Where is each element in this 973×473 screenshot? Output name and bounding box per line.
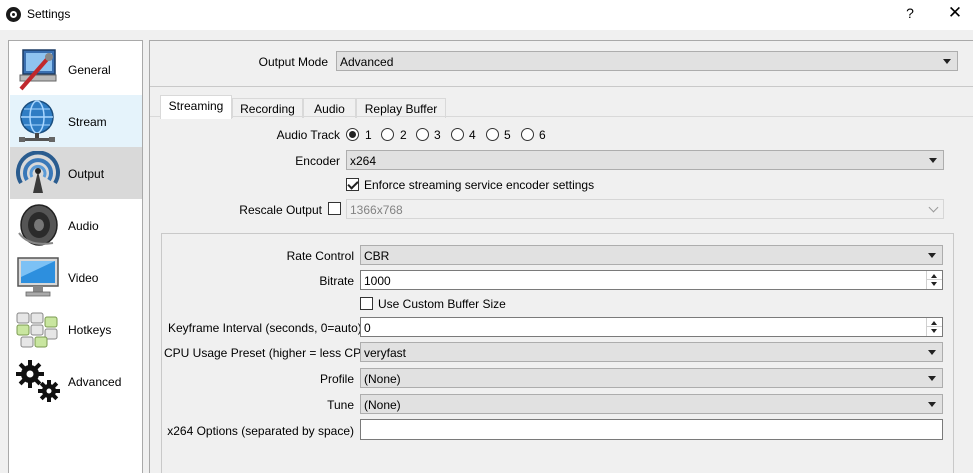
bitrate-label: Bitrate [319,274,354,288]
sidebar-item-label: Output [68,167,105,181]
chevron-down-icon [928,376,936,381]
keyframe-interval-spinbox[interactable]: 0 [360,317,943,337]
output-settings-panel: Output Mode Advanced Streaming Recording… [149,40,973,473]
chevron-down-icon [928,253,936,258]
sidebar-item-video[interactable]: Video [10,251,142,303]
gears-icon [16,360,60,402]
x264-options-label: x264 Options (separated by space) [167,424,354,438]
audio-track-radio-2[interactable] [381,128,394,141]
cpu-preset-value: veryfast [364,346,407,360]
title-bar: Settings ? ✕ [0,0,973,30]
keyframe-interval-label: Keyframe Interval (seconds, 0=auto) [168,321,362,335]
enforce-encoder-checkbox[interactable] [346,178,359,191]
sidebar-item-label: Audio [68,219,99,233]
output-mode-value: Advanced [340,55,394,69]
sidebar-item-hotkeys[interactable]: Hotkeys [10,303,142,355]
sidebar-item-advanced[interactable]: Advanced [10,355,142,407]
sidebar-item-label: Hotkeys [68,323,112,337]
audio-track-radio-6[interactable] [521,128,534,141]
sidebar-item-label: Video [68,271,99,285]
audio-track-radio-label: 1 [365,128,372,142]
close-button[interactable]: ✕ [946,3,964,23]
output-mode-select[interactable]: Advanced [336,51,958,71]
rate-control-label: Rate Control [286,249,354,263]
rescale-output-label: Rescale Output [239,203,322,217]
encoder-label: Encoder [295,154,340,168]
spin-up-icon[interactable] [931,321,937,325]
sidebar-item-label: Stream [68,115,107,129]
audio-track-radio-4[interactable] [451,128,464,141]
tune-select[interactable]: (None) [360,394,943,414]
tab-audio[interactable]: Audio [303,98,356,118]
rate-control-select[interactable]: CBR [360,245,943,265]
spin-down-icon[interactable] [931,329,937,333]
settings-sidebar: General Stream Output Audio Video Hotkey… [8,40,143,473]
stream-globe-icon [19,100,55,142]
rescale-output-checkbox[interactable] [328,202,341,215]
sidebar-item-label: Advanced [68,375,122,389]
general-icon [19,49,57,91]
chevron-down-icon [929,158,937,163]
window-title: Settings [27,7,71,21]
audio-track-radio-3[interactable] [416,128,429,141]
enforce-encoder-label: Enforce streaming service encoder settin… [364,178,595,192]
rate-control-value: CBR [364,249,390,263]
audio-track-radio-label: 6 [539,128,546,142]
bitrate-spinbox[interactable]: 1000 [360,270,943,290]
rescale-resolution-select[interactable]: 1366x768 [346,199,944,219]
spin-up-icon[interactable] [931,274,937,278]
custom-buffer-checkbox[interactable] [360,297,373,310]
keyboard-icon [16,312,58,348]
profile-select[interactable]: (None) [360,368,943,388]
rescale-resolution-value: 1366x768 [350,203,403,217]
audio-track-radio-1[interactable] [346,128,359,141]
chevron-down-icon [928,402,936,407]
sidebar-item-label: General [68,63,111,77]
obs-logo-icon [6,7,21,22]
streaming-tab-content: Audio Track 1 2 3 4 5 6 Encoder x264 Enf… [150,116,973,473]
chevron-down-icon [928,350,936,355]
speaker-icon [18,204,58,246]
chevron-down-icon [928,202,939,213]
encoder-select[interactable]: x264 [346,150,944,170]
profile-label: Profile [319,372,354,386]
tab-streaming[interactable]: Streaming [160,95,232,119]
sidebar-item-audio[interactable]: Audio [10,199,142,251]
output-mode-row: Output Mode Advanced [150,41,973,87]
tab-recording[interactable]: Recording [232,98,303,118]
encoder-settings-group: Rate Control CBR Bitrate 1000 Use Custom… [161,233,954,473]
keyframe-stepper[interactable] [926,318,942,336]
profile-value: (None) [364,372,401,386]
spin-down-icon[interactable] [931,282,937,286]
cpu-preset-label: CPU Usage Preset (higher = less CPU) [164,346,374,360]
encoder-value: x264 [350,154,377,168]
audio-track-radio-5[interactable] [486,128,499,141]
output-mode-label: Output Mode [258,55,328,69]
sidebar-item-output[interactable]: Output [10,147,142,199]
chevron-down-icon [943,59,951,64]
tune-label: Tune [327,398,354,412]
bitrate-stepper[interactable] [926,271,942,289]
bitrate-value: 1000 [364,274,391,288]
tune-value: (None) [364,398,401,412]
custom-buffer-label: Use Custom Buffer Size [378,297,506,311]
sidebar-item-general[interactable]: General [10,43,142,95]
audio-track-radio-label: 5 [504,128,511,142]
audio-track-radio-label: 3 [434,128,441,142]
keyframe-interval-value: 0 [364,321,371,335]
monitor-icon [17,257,59,297]
x264-options-input[interactable] [360,419,943,440]
audio-track-radio-label: 2 [400,128,407,142]
audio-track-radio-label: 4 [469,128,476,142]
output-antenna-icon [16,151,60,193]
help-button[interactable]: ? [903,5,917,21]
sidebar-item-stream[interactable]: Stream [10,95,142,147]
tab-replay-buffer[interactable]: Replay Buffer [356,98,446,118]
audio-track-label: Audio Track [276,128,340,142]
cpu-preset-select[interactable]: veryfast [360,342,943,362]
